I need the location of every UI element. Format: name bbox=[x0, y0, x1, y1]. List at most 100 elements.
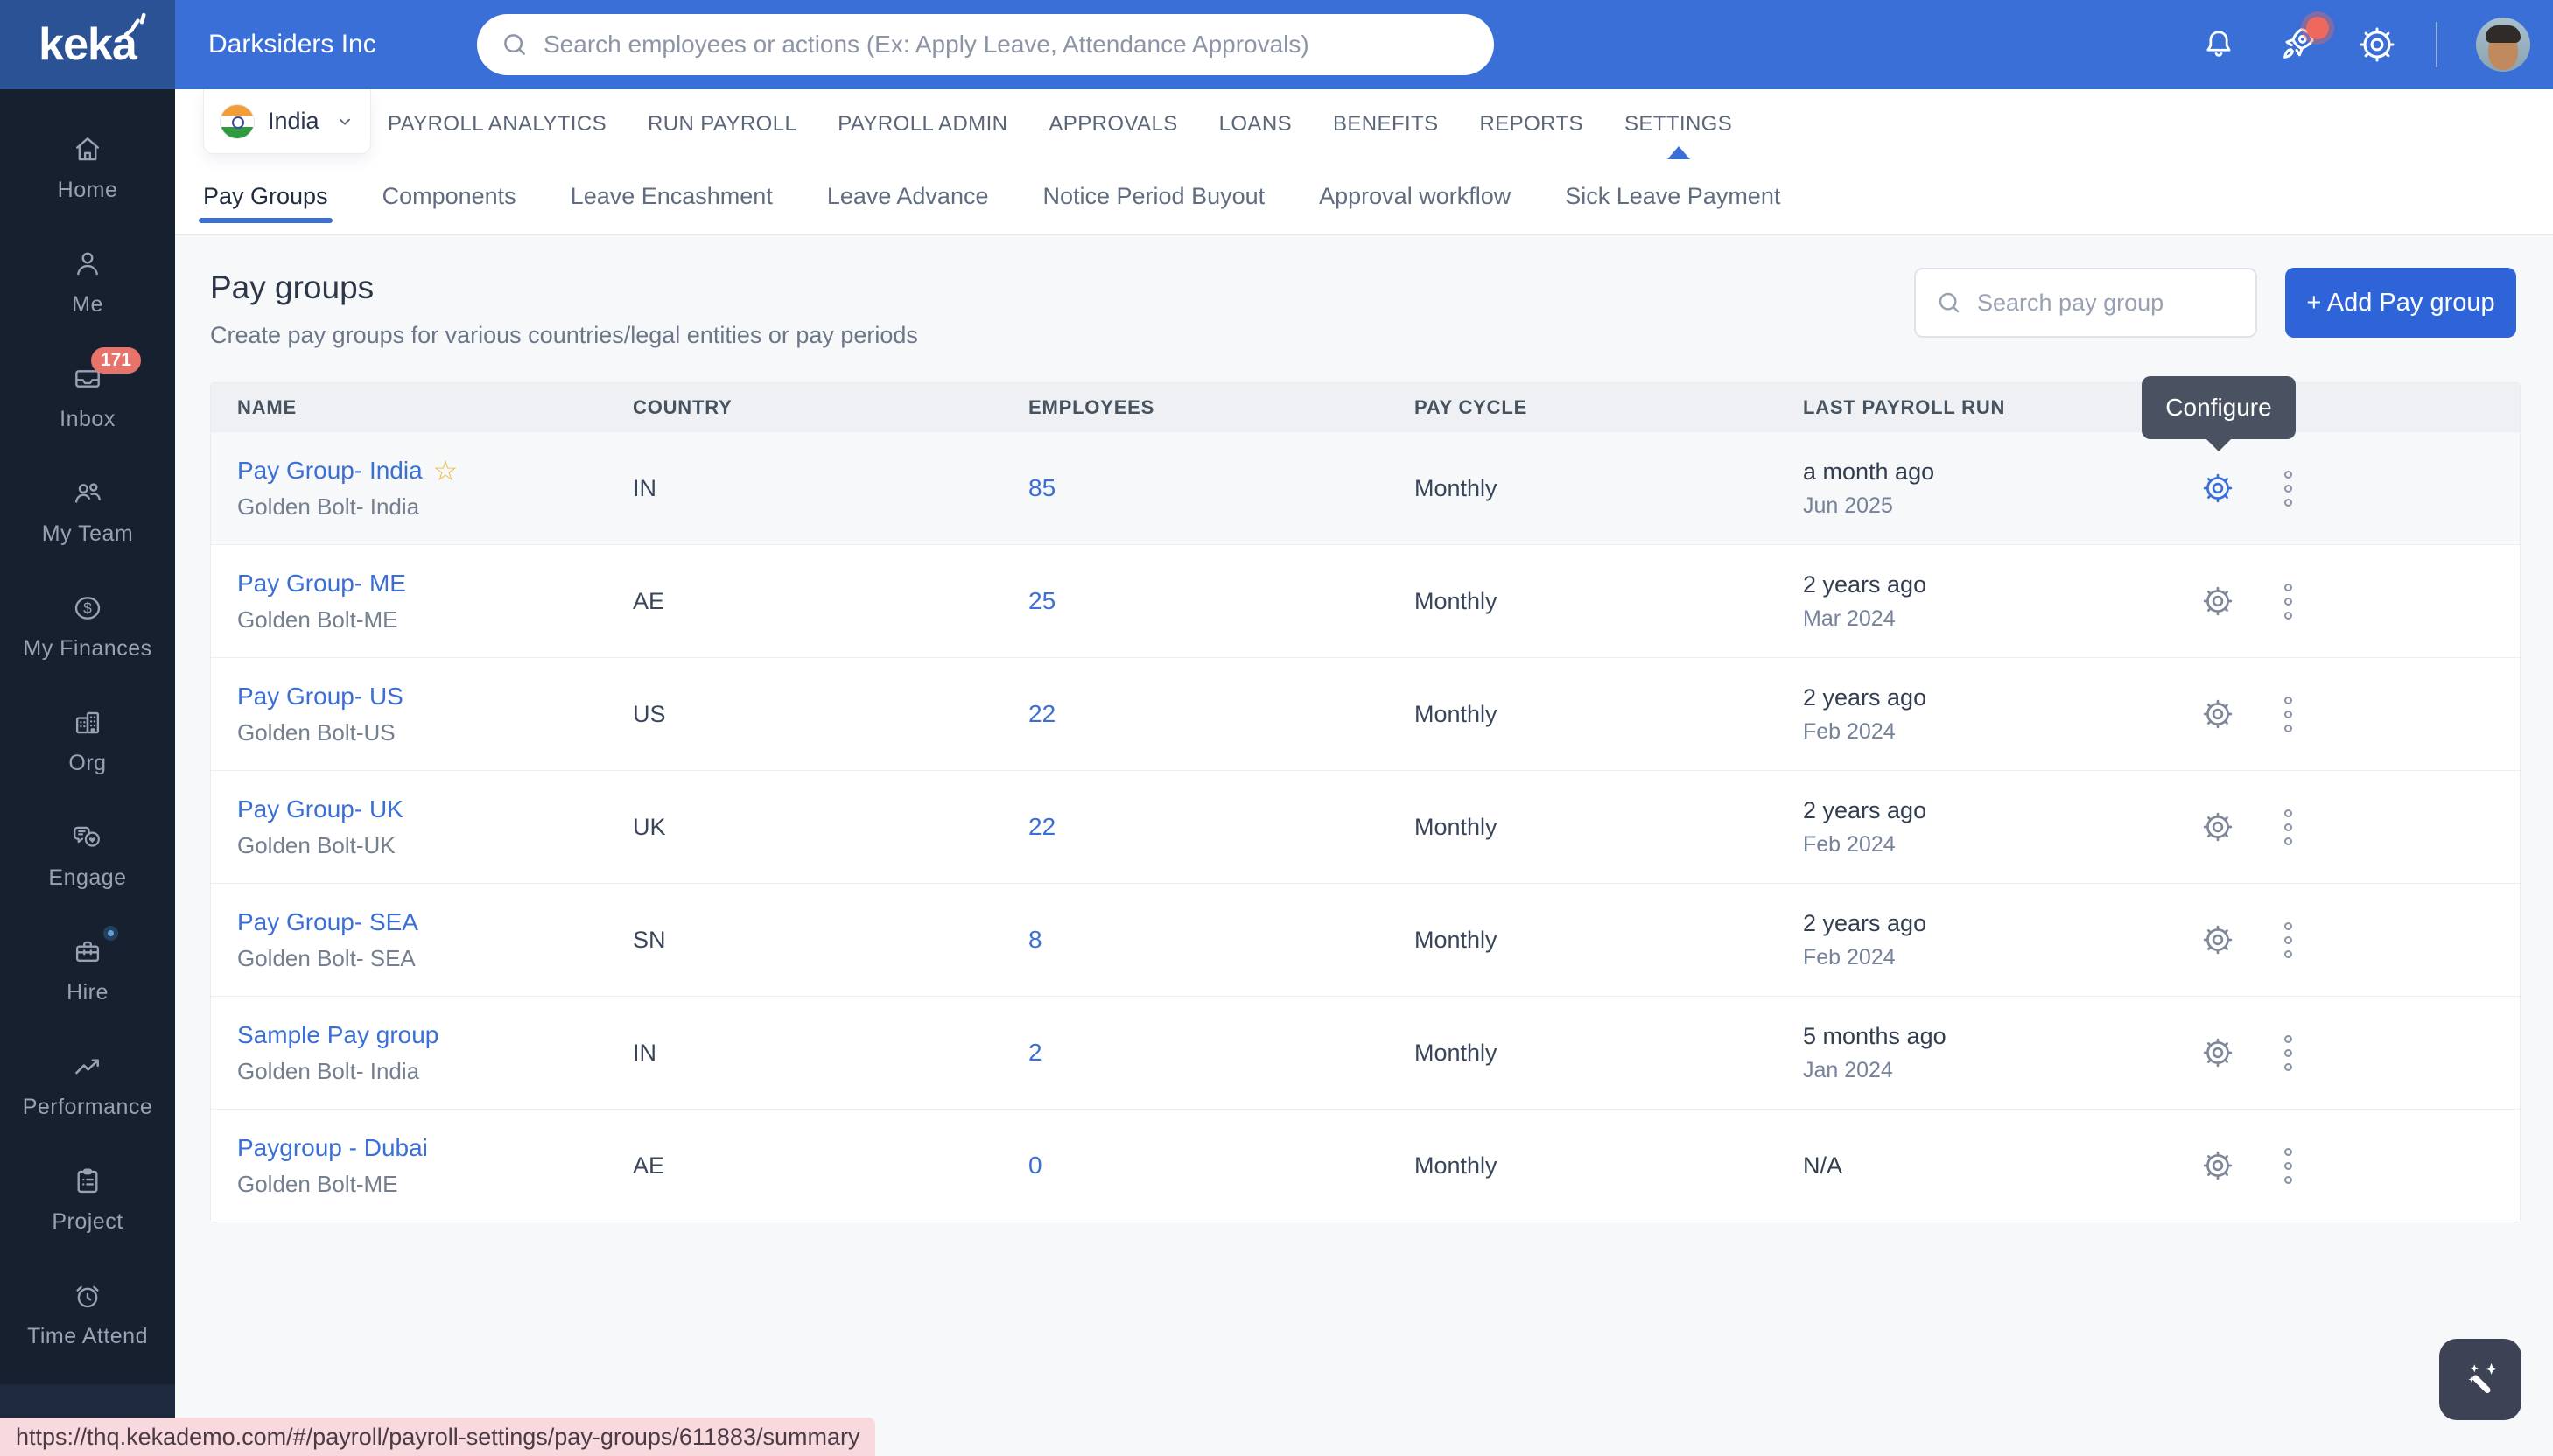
paygroup-name-link[interactable]: Pay Group- UK bbox=[237, 795, 403, 823]
tab-leave-encashment[interactable]: Leave Encashment bbox=[571, 183, 773, 210]
paygroup-name-link[interactable]: Pay Group- ME bbox=[237, 570, 406, 598]
legal-entity: Golden Bolt-US bbox=[237, 719, 607, 746]
logo-sparkle-icon bbox=[121, 12, 152, 38]
employee-count-link[interactable]: 22 bbox=[1028, 813, 1056, 840]
pay-cycle: Monthly bbox=[1388, 701, 1777, 728]
nav-approvals[interactable]: APPROVALS bbox=[1049, 112, 1177, 136]
sidebar-item-my-finances[interactable]: $ My Finances bbox=[0, 569, 175, 683]
tab-notice-period-buyout[interactable]: Notice Period Buyout bbox=[1042, 183, 1265, 210]
kebab-menu[interactable] bbox=[2279, 578, 2297, 625]
search-icon bbox=[1935, 289, 1963, 317]
col-pay-cycle: PAY CYCLE bbox=[1388, 396, 1777, 419]
last-run-relative: 2 years ago bbox=[1803, 910, 2183, 937]
last-run-relative: N/A bbox=[1803, 1152, 2183, 1180]
kebab-menu[interactable] bbox=[2279, 917, 2297, 963]
configure-gear-icon[interactable] bbox=[2201, 1149, 2234, 1182]
nav-payroll-analytics[interactable]: PAYROLL ANALYTICS bbox=[388, 112, 607, 136]
paygroup-name-link[interactable]: Pay Group- US bbox=[237, 682, 403, 710]
paygroup-name-link[interactable]: Sample Pay group bbox=[237, 1021, 438, 1049]
configure-gear-icon[interactable] bbox=[2201, 1036, 2234, 1069]
employee-count-link[interactable]: 8 bbox=[1028, 926, 1042, 953]
gear-icon[interactable] bbox=[2357, 24, 2397, 65]
paygroup-name-link[interactable]: Pay Group- India bbox=[237, 457, 423, 485]
tab-approval-workflow[interactable]: Approval workflow bbox=[1319, 183, 1511, 210]
sidebar-item-org[interactable]: Org bbox=[0, 683, 175, 798]
configure-gear-icon[interactable] bbox=[2201, 923, 2234, 956]
configure-gear-icon[interactable] bbox=[2201, 697, 2234, 731]
configure-gear-icon[interactable] bbox=[2201, 810, 2234, 844]
topbar-divider bbox=[2436, 22, 2437, 67]
country-code: AE bbox=[607, 1152, 1002, 1180]
employee-count-link[interactable]: 2 bbox=[1028, 1039, 1042, 1066]
sidebar-item-project[interactable]: Project bbox=[0, 1142, 175, 1256]
sidebar-item-inbox[interactable]: 171 Inbox bbox=[0, 340, 175, 454]
last-run-date: Jan 2024 bbox=[1803, 1058, 2183, 1083]
india-flag-icon bbox=[220, 104, 255, 139]
legal-entity: Golden Bolt- SEA bbox=[237, 945, 607, 972]
kebab-menu[interactable] bbox=[2279, 691, 2297, 738]
nav-settings[interactable]: SETTINGS bbox=[1624, 112, 1732, 136]
col-name: NAME bbox=[211, 396, 607, 419]
nav-payroll-admin[interactable]: PAYROLL ADMIN bbox=[838, 112, 1007, 136]
table-row: Pay Group- SEA Golden Bolt- SEA SN 8 Mon… bbox=[211, 883, 2520, 996]
col-employees: EMPLOYEES bbox=[1002, 396, 1388, 419]
configure-gear-icon[interactable] bbox=[2201, 472, 2234, 505]
topbar: keka Darksiders Inc bbox=[0, 0, 2553, 89]
global-search[interactable] bbox=[477, 14, 1494, 75]
home-icon bbox=[71, 132, 104, 167]
sidebar-item-home[interactable]: Home bbox=[0, 110, 175, 225]
country-code: UK bbox=[607, 814, 1002, 841]
user-avatar[interactable] bbox=[2476, 18, 2530, 72]
sidebar-item-engage[interactable]: Engage bbox=[0, 798, 175, 913]
kebab-menu[interactable] bbox=[2279, 804, 2297, 850]
sidebar-item-performance[interactable]: Performance bbox=[0, 1027, 175, 1142]
project-icon bbox=[71, 1164, 104, 1199]
magic-wand-button[interactable] bbox=[2439, 1339, 2521, 1420]
tab-pay-groups[interactable]: Pay Groups bbox=[203, 183, 328, 210]
employee-count-link[interactable]: 85 bbox=[1028, 474, 1056, 501]
global-search-input[interactable] bbox=[544, 31, 1471, 59]
rocket-icon[interactable] bbox=[2276, 24, 2318, 66]
add-pay-group-button[interactable]: + Add Pay group bbox=[2285, 268, 2516, 338]
configure-gear-icon[interactable] bbox=[2201, 584, 2234, 618]
nav-loans[interactable]: LOANS bbox=[1219, 112, 1292, 136]
sidebar: Home Me 171 Inbox bbox=[0, 89, 175, 1456]
star-icon[interactable]: ☆ bbox=[433, 457, 459, 485]
company-name: Darksiders Inc bbox=[208, 30, 376, 60]
nav-benefits[interactable]: BENEFITS bbox=[1333, 112, 1439, 136]
bell-icon[interactable] bbox=[2199, 25, 2238, 64]
tab-leave-advance[interactable]: Leave Advance bbox=[827, 183, 989, 210]
sidebar-item-me[interactable]: Me bbox=[0, 225, 175, 340]
country-code: IN bbox=[607, 1040, 1002, 1067]
nav-run-payroll[interactable]: RUN PAYROLL bbox=[648, 112, 796, 136]
hire-notification-dot bbox=[103, 926, 118, 941]
sidebar-item-my-team[interactable]: My Team bbox=[0, 454, 175, 569]
country-selector[interactable]: India bbox=[203, 89, 371, 154]
chevron-down-icon bbox=[335, 112, 354, 131]
tab-components[interactable]: Components bbox=[382, 183, 516, 210]
employee-count-link[interactable]: 22 bbox=[1028, 700, 1056, 727]
sidebar-item-hire[interactable]: Hire bbox=[0, 913, 175, 1027]
legal-entity: Golden Bolt-UK bbox=[237, 832, 607, 859]
tab-sick-leave-payment[interactable]: Sick Leave Payment bbox=[1565, 183, 1780, 210]
link-preview-statusbar: https://thq.kekademo.com/#/payroll/payro… bbox=[0, 1418, 875, 1456]
last-run-relative: a month ago bbox=[1803, 458, 2183, 486]
team-icon bbox=[71, 476, 104, 511]
employee-count-link[interactable]: 0 bbox=[1028, 1152, 1042, 1179]
keka-logo[interactable]: keka bbox=[0, 0, 175, 89]
kebab-menu[interactable] bbox=[2279, 466, 2297, 512]
sidebar-item-time-attend[interactable]: Time Attend bbox=[0, 1256, 175, 1371]
kebab-menu[interactable] bbox=[2279, 1030, 2297, 1076]
pay-group-search[interactable] bbox=[1914, 268, 2257, 338]
engage-icon bbox=[71, 820, 104, 855]
payroll-nav-tabs: PAYROLL ANALYTICS RUN PAYROLL PAYROLL AD… bbox=[388, 89, 1732, 159]
last-run-date: Feb 2024 bbox=[1803, 945, 2183, 970]
last-run-relative: 5 months ago bbox=[1803, 1023, 2183, 1050]
paygroup-name-link[interactable]: Pay Group- SEA bbox=[237, 908, 418, 936]
nav-reports[interactable]: REPORTS bbox=[1480, 112, 1583, 136]
kebab-menu[interactable] bbox=[2279, 1143, 2297, 1189]
user-icon bbox=[71, 247, 104, 282]
pay-group-search-input[interactable] bbox=[1977, 290, 2236, 317]
employee-count-link[interactable]: 25 bbox=[1028, 587, 1056, 614]
paygroup-name-link[interactable]: Paygroup - Dubai bbox=[237, 1134, 428, 1162]
